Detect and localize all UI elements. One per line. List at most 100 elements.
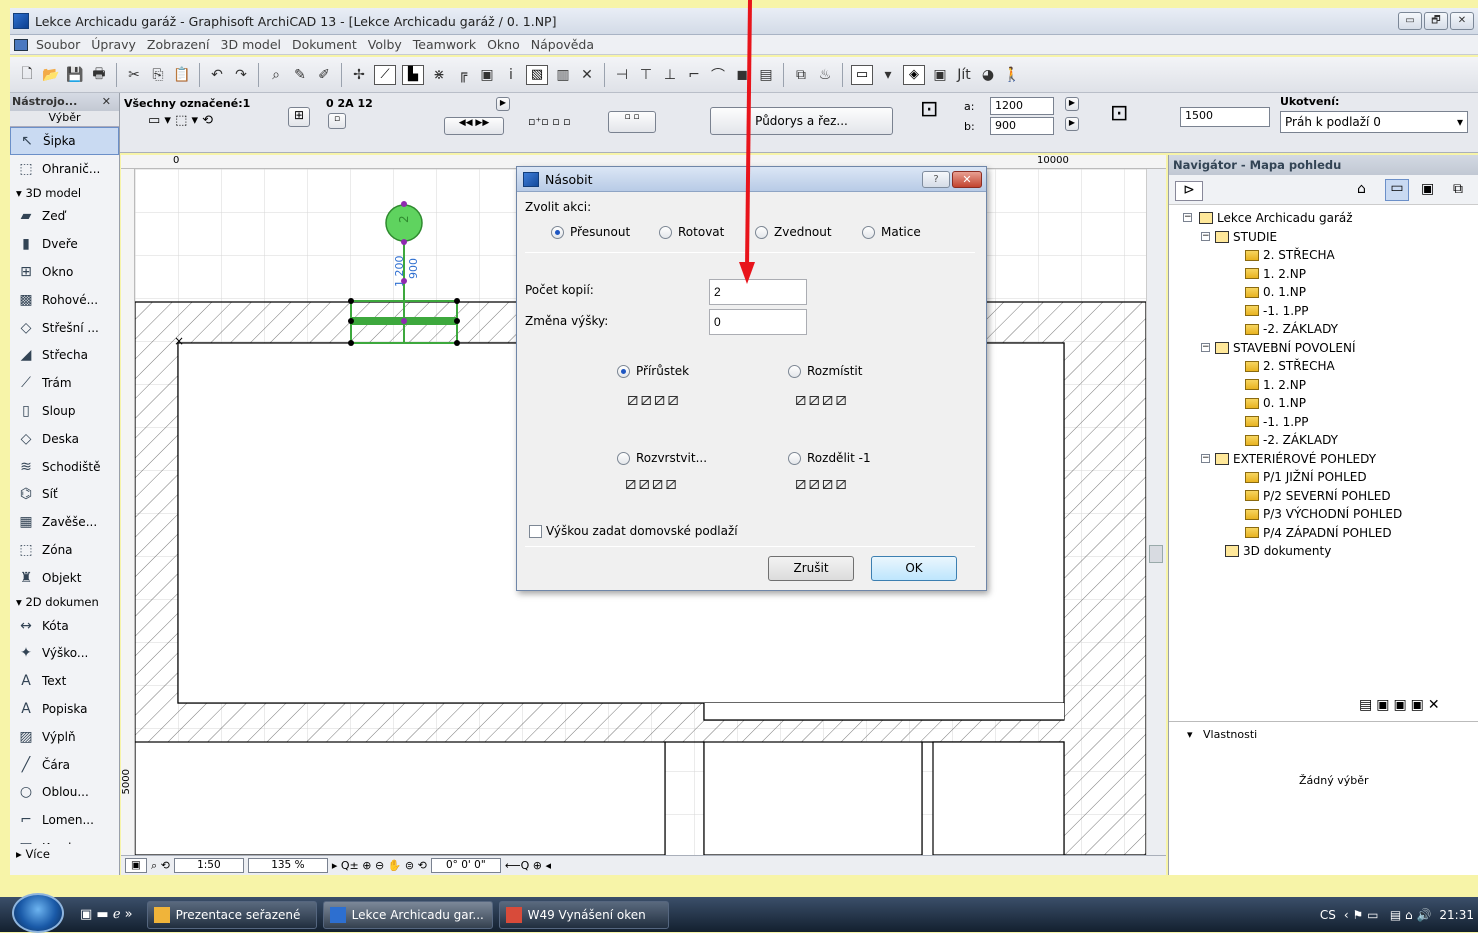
quick-launch-icons[interactable]: ▣ ▬ ℯ » — [80, 907, 133, 922]
split-icon[interactable]: ⊤ — [637, 66, 655, 84]
tool-tools_doc-8[interactable]: ▤ Kresba — [10, 834, 119, 844]
publisher-icon[interactable]: ⧉ — [1453, 181, 1463, 197]
open-file-icon[interactable]: 📂 — [42, 66, 60, 84]
zoom-tools-icon[interactable]: ▸ Q± ⊕ ⊖ ✋ ⊜ ⟲ — [332, 859, 427, 872]
tool-tools_doc-1[interactable]: ✦ Výško... — [10, 640, 119, 668]
pen-set-icon[interactable]: ⅰ — [502, 66, 520, 84]
inject-icon[interactable]: ✐ — [315, 66, 333, 84]
tree-item[interactable]: P/3 VÝCHODNÍ POHLED — [1245, 505, 1402, 523]
cut-icon[interactable]: ✂ — [125, 66, 143, 84]
vertical-scrollbar[interactable] — [1146, 169, 1166, 855]
adjust-icon[interactable]: ⊥ — [661, 66, 679, 84]
clock[interactable]: 21:31 — [1439, 908, 1474, 922]
tree-item[interactable]: -2. ZÁKLADY — [1245, 431, 1338, 449]
close-button[interactable]: ✕ — [1450, 12, 1474, 30]
window-settings-icon[interactable]: ⊞ — [288, 107, 310, 127]
menu-napoveda[interactable]: Nápověda — [531, 37, 594, 52]
tree-set-2[interactable]: EXTERIÉROVÉ POHLEDY — [1215, 450, 1376, 468]
radio-move[interactable]: Přesunout — [551, 225, 630, 239]
tree-item[interactable]: 1. 2.NP — [1245, 265, 1306, 283]
undo-icon[interactable]: ↶ — [208, 66, 226, 84]
tool-tools_model-1[interactable]: ▮ Dveře — [10, 230, 119, 258]
scale-field[interactable]: 1:50 — [173, 858, 244, 873]
taskbar-app-archicad[interactable]: Lekce Archicadu gar... — [322, 900, 493, 929]
tool-tools_doc-0[interactable]: ↔ Kóta — [10, 612, 119, 640]
tree-expander[interactable]: − — [1201, 453, 1210, 463]
trim-icon[interactable]: ⊣ — [613, 66, 631, 84]
construction-grid-icon[interactable]: ╔ — [454, 66, 472, 84]
radio-divide[interactable]: Rozdělit -1 — [788, 451, 871, 465]
tool-tools_model-2[interactable]: ⊞ Okno — [10, 258, 119, 286]
minimize-button[interactable]: ▭ — [1398, 12, 1422, 30]
tree-item[interactable]: P/4 ZÁPADNÍ POHLED — [1245, 524, 1392, 542]
table-icon[interactable]: ▥ — [554, 66, 572, 84]
tool-tools_doc-7[interactable]: ⌐ Lomen... — [10, 806, 119, 834]
document-menu-icon[interactable] — [14, 38, 28, 51]
anchor-point-icons[interactable]: ▫⁺▫ ▫ ▫ — [528, 115, 571, 128]
menu-upravy[interactable]: Úpravy — [91, 37, 136, 52]
print-icon[interactable]: 🖶 — [90, 66, 108, 84]
tool-tools_model-8[interactable]: ◇ Deska — [10, 425, 119, 453]
help-button[interactable]: ? — [922, 171, 950, 188]
floor-plan-icon[interactable]: ▭ — [851, 64, 873, 85]
radio-distribute[interactable]: Rozmístit — [788, 364, 862, 378]
width-arrow-button[interactable]: ▶ — [1065, 97, 1079, 111]
tool-tools_doc-5[interactable]: ╱ Čára — [10, 751, 119, 779]
restore-button[interactable]: 🗗 — [1424, 12, 1448, 30]
save-icon[interactable]: 💾 — [66, 66, 84, 84]
tree-expander[interactable]: − — [1201, 342, 1210, 352]
radio-matrix[interactable]: Matice — [862, 225, 921, 239]
tree-item[interactable]: 0. 1.NP — [1245, 394, 1306, 412]
suspend-icon[interactable]: ♨ — [816, 66, 834, 84]
menu-3d-model[interactable]: 3D model — [221, 37, 281, 52]
project-map-icon[interactable]: ⌂ — [1357, 181, 1366, 197]
pick-up-icon[interactable]: ✎ — [291, 66, 309, 84]
radio-increment[interactable]: Přírůstek — [617, 364, 689, 378]
layer-toggle[interactable]: ▫ — [328, 113, 346, 129]
menu-okno[interactable]: Okno — [487, 37, 520, 52]
menu-teamwork[interactable]: Teamwork — [413, 37, 476, 52]
tree-set-0[interactable]: STUDIE — [1215, 228, 1277, 246]
tree-item[interactable]: -1. 1.PP — [1245, 302, 1309, 320]
tree-set-1[interactable]: STAVEBNÍ POVOLENÍ — [1215, 339, 1356, 357]
height-arrow-button[interactable]: ▶ — [1065, 117, 1079, 131]
tree-item[interactable]: 0. 1.NP — [1245, 283, 1306, 301]
navigate-icons[interactable]: ⟵Q ⊕ ◂ — [505, 859, 551, 872]
section-icon[interactable]: ▾ — [879, 66, 897, 84]
mirror-buttons[interactable]: ◀◀ ▶▶ — [444, 117, 504, 135]
cancel-button[interactable]: Zrušit — [768, 556, 854, 581]
fillet-icon[interactable]: ⌒ — [709, 66, 727, 84]
snap-guides-icon[interactable]: ⟋ — [374, 64, 396, 85]
tree-expander[interactable]: − — [1201, 231, 1210, 241]
3d-window-icon[interactable]: ◈ — [903, 64, 925, 85]
navigator-action-icons[interactable]: ▤▣▣▣✕ — [1359, 697, 1444, 713]
navigator-menu-icon[interactable]: ⊳ — [1175, 181, 1203, 201]
cancel-icon[interactable]: ✕ — [578, 66, 596, 84]
orientation-toggle[interactable]: ▫ ▫ — [608, 111, 656, 133]
height-field[interactable]: 900 — [990, 117, 1054, 135]
tool-tools_model-12[interactable]: ⬚ Zóna — [10, 536, 119, 564]
copy-icon[interactable]: ⎘ — [149, 66, 167, 84]
redo-icon[interactable]: ↷ — [232, 66, 250, 84]
tool-tools_doc-6[interactable]: ○ Oblou... — [10, 779, 119, 807]
tool-tools_model-9[interactable]: ≋ Schodiště — [10, 453, 119, 481]
tool-tools_model-6[interactable]: ⟋ Trám — [10, 369, 119, 397]
menu-soubor[interactable]: Soubor — [36, 37, 80, 52]
lower-room-right[interactable] — [932, 741, 1065, 855]
paste-icon[interactable]: 📋 — [173, 66, 191, 84]
layout-book-icon[interactable]: ▣ — [1421, 181, 1434, 197]
tree-expander[interactable]: − — [1183, 213, 1192, 222]
tool-tools_model-5[interactable]: ◢ Střecha — [10, 342, 119, 370]
tool-tools_doc-2[interactable]: A Text — [10, 667, 119, 695]
start-button[interactable] — [12, 892, 64, 933]
language-indicator[interactable]: CS — [1320, 908, 1336, 922]
info-arrow-button[interactable]: ▶ — [496, 97, 510, 111]
tree-item[interactable]: -2. ZÁKLADY — [1245, 320, 1338, 338]
tool-tools_doc-3[interactable]: A Popiska — [10, 695, 119, 723]
tray-icons[interactable]: ‹ ⚑ ▭ ▤ ⌂ 🔊 — [1344, 908, 1432, 922]
tool-tools_model-11[interactable]: ▦ Zavěše... — [10, 508, 119, 536]
tool-tools_model-4[interactable]: ◇ Střešní ... — [10, 314, 119, 342]
tool-tools_model-7[interactable]: ▯ Sloup — [10, 397, 119, 425]
properties-label[interactable]: ▾ Vlastnosti — [1187, 728, 1257, 741]
go-to-icon[interactable]: Jít — [955, 66, 973, 84]
